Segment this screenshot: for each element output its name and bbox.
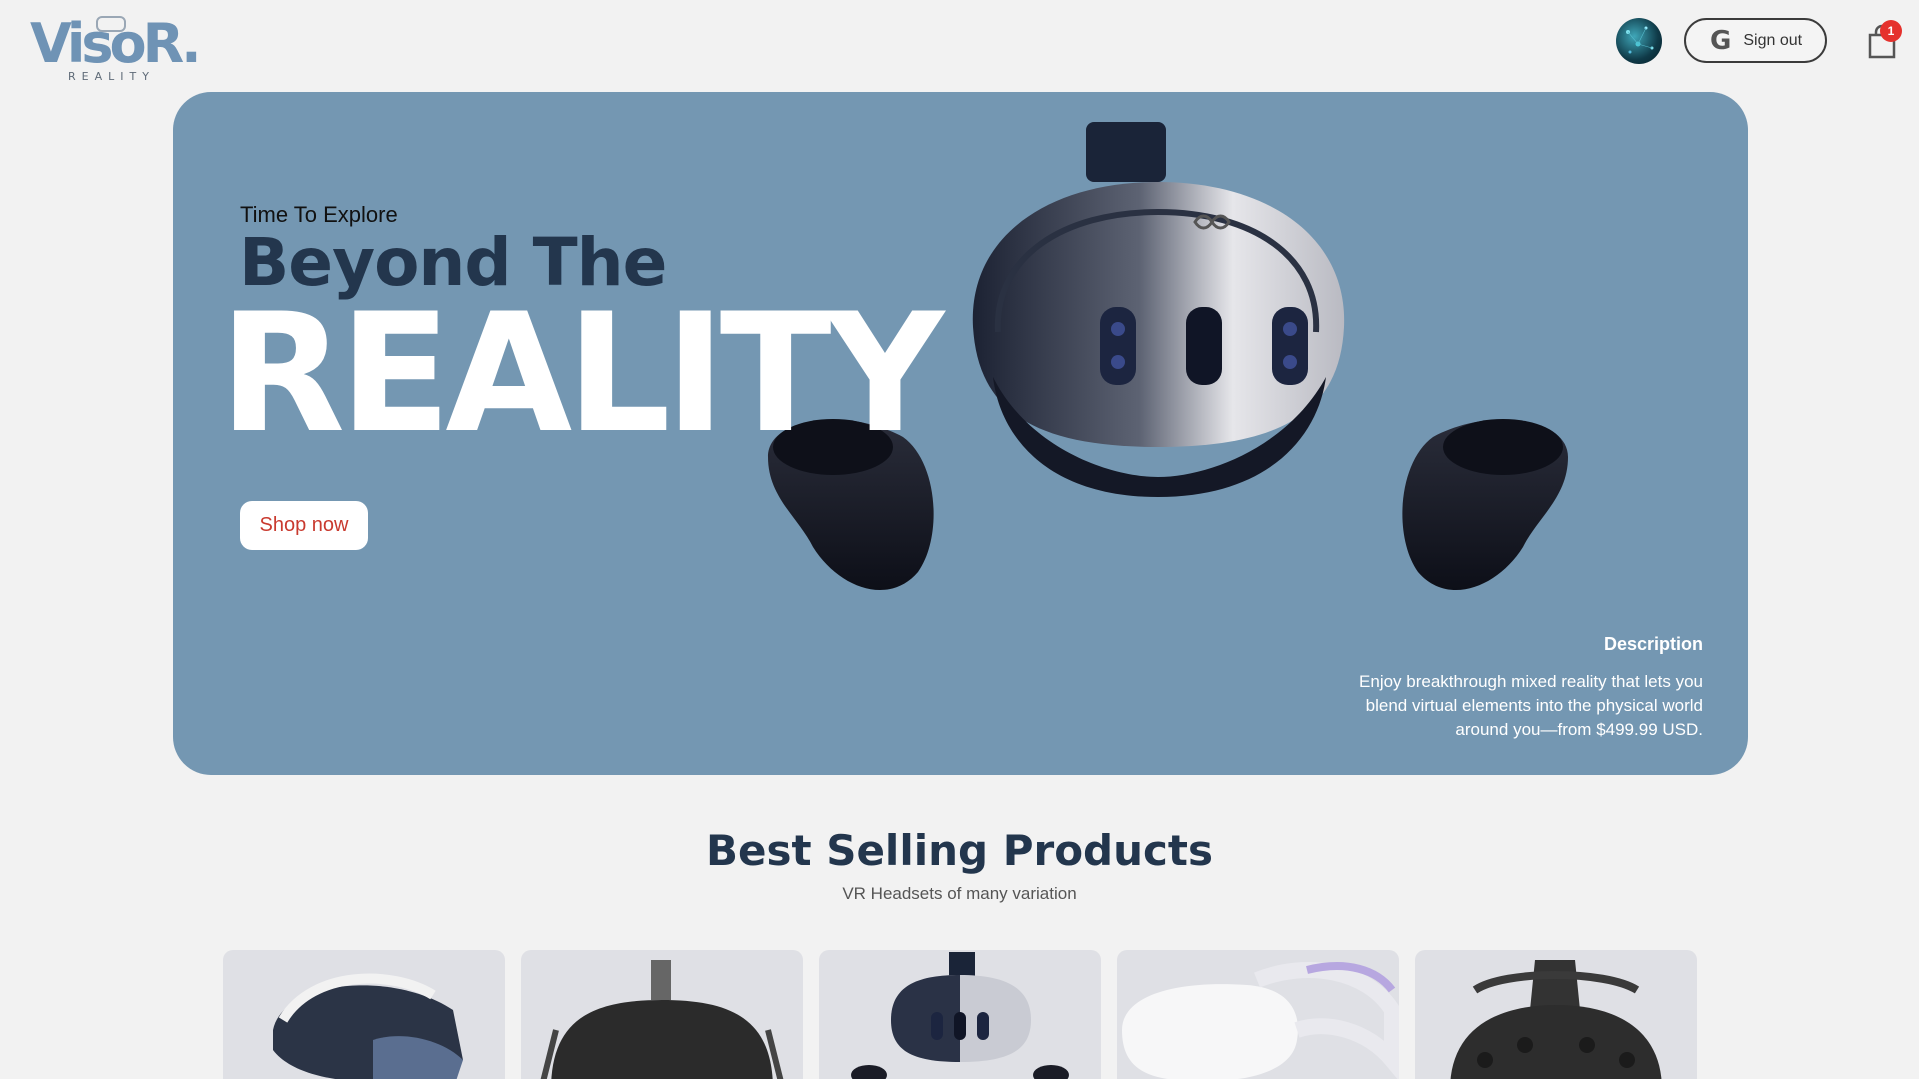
hero-banner: Time To Explore Beyond The REALITY Shop … xyxy=(173,92,1748,775)
meta-quest-3-headset-image xyxy=(851,952,1069,1079)
product-card-htc-vive[interactable] xyxy=(1415,950,1697,1079)
gear-vr-headset-image xyxy=(273,973,463,1079)
product-card-oculus-rift[interactable] xyxy=(521,950,803,1079)
product-card-quest-2[interactable] xyxy=(1117,950,1399,1079)
logo-text: VisoR. xyxy=(30,12,202,75)
best-selling-subtitle: VR Headsets of many variation xyxy=(842,884,1077,903)
logo[interactable]: VisoR. REALITY xyxy=(30,12,202,84)
oculus-rift-headset-image xyxy=(540,960,784,1079)
shop-now-button[interactable]: Shop now xyxy=(240,501,368,550)
description-text: Enjoy breakthrough mixed reality that le… xyxy=(1359,672,1703,739)
hero-headline-big: REALITY xyxy=(219,278,944,469)
product-card-gear-vr[interactable] xyxy=(223,950,505,1079)
cart-count-badge: 1 xyxy=(1880,20,1902,42)
sign-out-button[interactable]: G Sign out xyxy=(1684,18,1827,63)
htc-vive-headset-image xyxy=(1450,960,1662,1079)
product-card-meta-quest-3[interactable] xyxy=(819,950,1101,1079)
quest-2-headset-image xyxy=(1122,962,1399,1079)
google-icon: G xyxy=(1710,25,1732,56)
user-avatar[interactable] xyxy=(1616,18,1662,64)
logo-subtext: REALITY xyxy=(68,70,155,83)
best-selling-title: Best Selling Products xyxy=(706,826,1213,875)
sign-out-label: Sign out xyxy=(1743,31,1803,49)
description-title: Description xyxy=(1603,634,1703,654)
